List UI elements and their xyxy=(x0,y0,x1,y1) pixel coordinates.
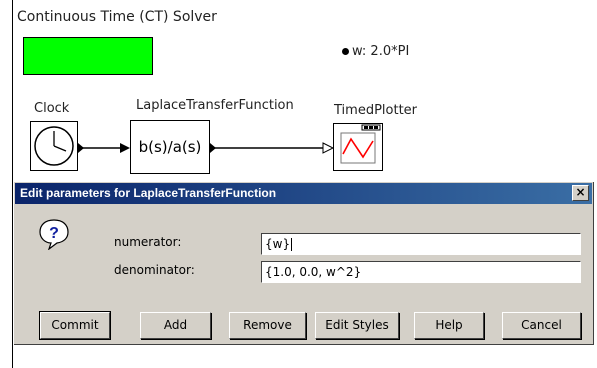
denominator-field[interactable]: {1.0, 0.0, w^2} xyxy=(261,261,581,283)
dialog-title: Edit parameters for LaplaceTransferFunct… xyxy=(20,186,277,200)
numerator-field[interactable]: {w} xyxy=(261,233,581,255)
help-button[interactable]: Help xyxy=(414,312,484,339)
svg-text:?: ? xyxy=(49,225,59,242)
edit-styles-button[interactable]: Edit Styles xyxy=(315,312,399,339)
denominator-label: denominator: xyxy=(114,263,195,277)
connection-wires xyxy=(78,142,335,154)
text-caret xyxy=(291,238,293,251)
remove-button[interactable]: Remove xyxy=(229,312,306,339)
question-icon: ? xyxy=(39,219,69,250)
add-button[interactable]: Add xyxy=(140,312,211,339)
close-icon: × xyxy=(575,185,586,199)
numerator-label: numerator: xyxy=(114,235,182,249)
commit-button[interactable]: Commit xyxy=(39,311,111,340)
dialog-titlebar[interactable]: Edit parameters for LaplaceTransferFunct… xyxy=(15,183,592,204)
edit-parameters-dialog: Edit parameters for LaplaceTransferFunct… xyxy=(13,181,594,345)
close-button[interactable]: × xyxy=(572,185,589,201)
cancel-button[interactable]: Cancel xyxy=(502,312,581,339)
denominator-value: {1.0, 0.0, w^2} xyxy=(265,265,362,279)
numerator-value: {w} xyxy=(265,237,291,251)
